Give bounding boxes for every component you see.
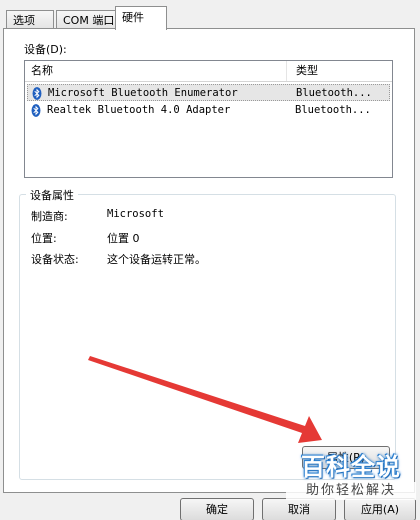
- annotation-arrow: [88, 356, 322, 443]
- tab-hardware[interactable]: 硬件: [115, 6, 167, 30]
- properties-dialog: 选项 COM 端口 硬件 设备(D): 名称 类型 Microsoft Blue…: [0, 0, 420, 520]
